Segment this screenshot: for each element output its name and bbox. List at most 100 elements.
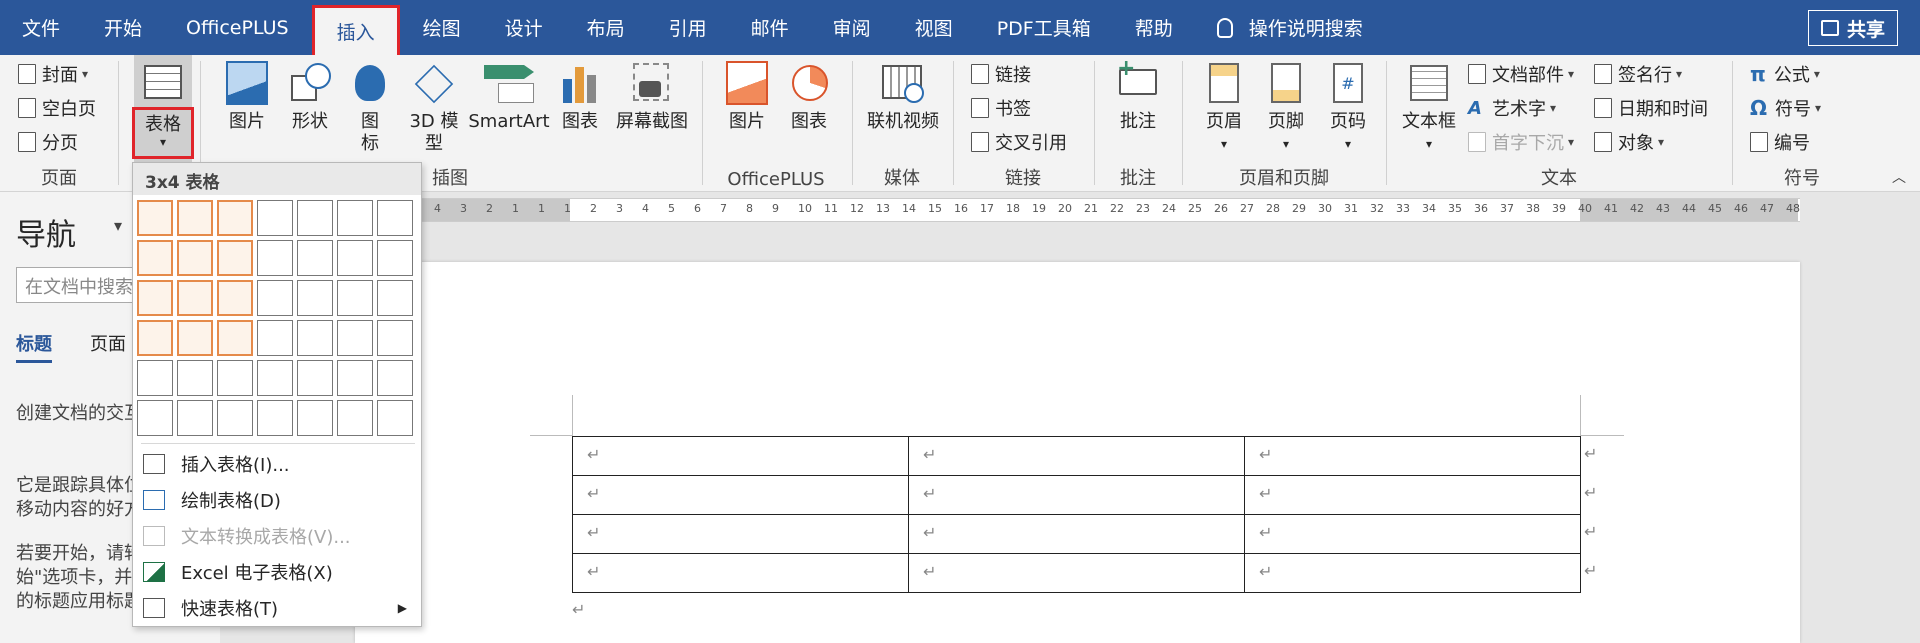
grid-cell[interactable] xyxy=(177,360,213,396)
table-cell[interactable]: ↵ xyxy=(572,514,909,554)
grid-cell[interactable] xyxy=(217,240,253,276)
grid-cell[interactable] xyxy=(377,280,413,316)
object-button[interactable]: 对象 ▾ xyxy=(1594,127,1664,157)
share-button[interactable]: 共享 xyxy=(1807,10,1898,46)
online-video-button[interactable]: 联机视频 xyxy=(862,61,944,133)
cover-page-button[interactable]: 封面 ▾ xyxy=(18,59,88,89)
cross-reference-button[interactable]: 交叉引用 xyxy=(971,127,1067,157)
tab-officeplus[interactable]: OfficePLUS xyxy=(164,0,311,55)
table-cell[interactable]: ↵ xyxy=(908,553,1245,593)
grid-cell[interactable] xyxy=(297,320,333,356)
grid-cell[interactable] xyxy=(217,400,253,436)
date-time-button[interactable]: 日期和时间 xyxy=(1594,93,1708,123)
drop-cap-button[interactable]: 首字下沉 ▾ xyxy=(1468,127,1574,157)
picture-button[interactable]: 图片 xyxy=(222,61,272,133)
signature-line-button[interactable]: 签名行 ▾ xyxy=(1594,59,1682,89)
grid-cell[interactable] xyxy=(137,400,173,436)
bookmark-button[interactable]: 书签 xyxy=(971,93,1031,123)
chevron-down-icon[interactable]: ▾ xyxy=(114,216,122,235)
wordart-button[interactable]: A 艺术字 ▾ xyxy=(1468,93,1556,123)
horizontal-ruler[interactable]: 4 3 2 1 1 1 2 3 4 5 6 7 8 9 10 11 12 13 14 15 16 17 18 19 20 21 22… xyxy=(420,198,1800,222)
screenshot-button[interactable]: 屏幕截图 xyxy=(612,61,692,133)
grid-cell[interactable] xyxy=(137,360,173,396)
grid-cell[interactable] xyxy=(337,320,373,356)
3d-model-button[interactable]: 3D 模型 xyxy=(406,61,462,155)
tab-mailings[interactable]: 邮件 xyxy=(729,0,811,55)
nav-tab-pages[interactable]: 页面 xyxy=(90,330,126,356)
table-cell[interactable]: ↵ xyxy=(1244,475,1581,515)
table-cell[interactable]: ↵ xyxy=(1244,514,1581,554)
grid-cell[interactable] xyxy=(137,280,173,316)
table-cell[interactable]: ↵ xyxy=(908,436,1245,476)
tab-design[interactable]: 设计 xyxy=(483,0,565,55)
document-table[interactable]: ↵ ↵ ↵ ↵ ↵ ↵ ↵ ↵ ↵ ↵ ↵ ↵ xyxy=(572,436,1581,593)
table-cell[interactable]: ↵ xyxy=(572,436,909,476)
table-cell[interactable]: ↵ xyxy=(1244,436,1581,476)
grid-cell[interactable] xyxy=(297,280,333,316)
tab-review[interactable]: 审阅 xyxy=(811,0,893,55)
footer-button[interactable]: 页脚 ▾ xyxy=(1258,61,1314,155)
blank-page-button[interactable]: 空白页 xyxy=(18,93,96,123)
table-cell[interactable]: ↵ xyxy=(908,514,1245,554)
draw-table-menu-item[interactable]: 绘制表格(D) xyxy=(133,483,421,517)
page-number-button[interactable]: # 页码 ▾ xyxy=(1320,61,1376,155)
grid-cell[interactable] xyxy=(177,240,213,276)
link-button[interactable]: 链接 xyxy=(971,59,1031,89)
table-cell[interactable]: ↵ xyxy=(572,553,909,593)
grid-cell[interactable] xyxy=(257,280,293,316)
grid-cell[interactable] xyxy=(137,200,173,236)
grid-cell[interactable] xyxy=(137,240,173,276)
grid-cell[interactable] xyxy=(377,400,413,436)
shapes-button[interactable]: 形状 xyxy=(285,61,335,133)
icons-button[interactable]: 图标 xyxy=(348,61,392,155)
grid-cell[interactable] xyxy=(177,200,213,236)
grid-cell[interactable] xyxy=(177,280,213,316)
tab-insert[interactable]: 插入 xyxy=(311,5,400,58)
tab-file[interactable]: 文件 xyxy=(0,0,82,55)
header-button[interactable]: 页眉 ▾ xyxy=(1196,61,1252,155)
textbox-button[interactable]: 文本框 ▾ xyxy=(1398,61,1460,155)
tab-references[interactable]: 引用 xyxy=(647,0,729,55)
grid-cell[interactable] xyxy=(377,320,413,356)
grid-cell[interactable] xyxy=(297,400,333,436)
grid-cell[interactable] xyxy=(337,200,373,236)
grid-cell[interactable] xyxy=(177,400,213,436)
grid-cell[interactable] xyxy=(217,320,253,356)
chart-button[interactable]: 图表 xyxy=(558,61,602,133)
grid-cell[interactable] xyxy=(257,240,293,276)
convert-text-to-table-menu-item[interactable]: 文本转换成表格(V)... xyxy=(133,519,421,553)
grid-cell[interactable] xyxy=(337,280,373,316)
equation-button[interactable]: π 公式 ▾ xyxy=(1750,59,1820,89)
grid-cell[interactable] xyxy=(297,360,333,396)
grid-cell[interactable] xyxy=(377,240,413,276)
officeplus-chart-button[interactable]: 图表 xyxy=(784,61,834,133)
grid-cell[interactable] xyxy=(217,280,253,316)
grid-cell[interactable] xyxy=(257,400,293,436)
comment-button[interactable]: + 批注 xyxy=(1108,58,1168,133)
officeplus-picture-button[interactable]: 图片 xyxy=(722,61,772,133)
symbol-button[interactable]: Ω 符号 ▾ xyxy=(1750,93,1821,123)
tab-home[interactable]: 开始 xyxy=(82,0,164,55)
table-button[interactable]: 表格 ▾ xyxy=(134,55,192,179)
table-cell[interactable]: ↵ xyxy=(908,475,1245,515)
grid-cell[interactable] xyxy=(177,320,213,356)
grid-cell[interactable] xyxy=(337,360,373,396)
grid-cell[interactable] xyxy=(337,240,373,276)
grid-cell[interactable] xyxy=(297,200,333,236)
grid-cell[interactable] xyxy=(377,200,413,236)
table-cell[interactable]: ↵ xyxy=(572,475,909,515)
page-break-button[interactable]: 分页 xyxy=(18,127,78,157)
grid-cell[interactable] xyxy=(257,360,293,396)
quick-parts-button[interactable]: 文档部件 ▾ xyxy=(1468,59,1574,89)
grid-cell[interactable] xyxy=(297,240,333,276)
grid-cell[interactable] xyxy=(377,360,413,396)
grid-cell[interactable] xyxy=(257,200,293,236)
smartart-button[interactable]: SmartArt xyxy=(468,61,550,133)
grid-cell[interactable] xyxy=(257,320,293,356)
collapse-ribbon-icon[interactable]: ︿ xyxy=(1892,167,1906,187)
insert-table-menu-item[interactable]: 插入表格(I)... xyxy=(133,447,421,481)
table-cell[interactable]: ↵ xyxy=(1244,553,1581,593)
tell-me-search[interactable]: 操作说明搜索 xyxy=(1195,0,1385,55)
grid-cell[interactable] xyxy=(217,360,253,396)
tab-draw[interactable]: 绘图 xyxy=(401,0,483,55)
